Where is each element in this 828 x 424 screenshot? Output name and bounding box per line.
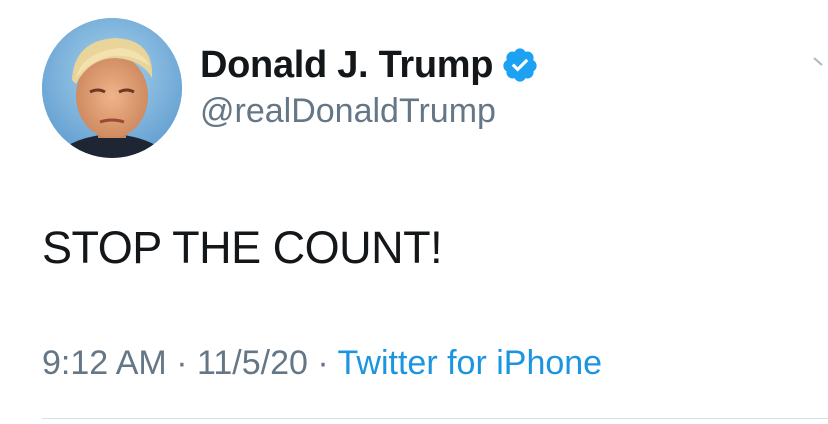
- tweet-metadata: 9:12 AM · 11/5/20 · Twitter for iPhone: [42, 344, 602, 383]
- divider: [42, 418, 828, 419]
- verified-badge-icon: [503, 48, 537, 82]
- tweet-date[interactable]: 11/5/20: [197, 344, 308, 382]
- user-handle[interactable]: @realDonaldTrump: [200, 92, 496, 131]
- author-row[interactable]: Donald J. Trump: [200, 40, 539, 90]
- meta-separator: ·: [176, 344, 188, 382]
- tweet-text: STOP THE COUNT!: [42, 222, 443, 273]
- chevron-down-icon[interactable]: [812, 52, 828, 72]
- display-name[interactable]: Donald J. Trump: [200, 44, 494, 87]
- tweet-source-link[interactable]: Twitter for iPhone: [338, 344, 603, 382]
- tweet-time[interactable]: 9:12 AM: [42, 344, 167, 382]
- profile-photo: [42, 18, 182, 158]
- avatar[interactable]: [42, 18, 182, 158]
- meta-separator: ·: [317, 344, 329, 382]
- tweet-card: Donald J. Trump @realDonaldTrump STOP TH…: [0, 0, 828, 424]
